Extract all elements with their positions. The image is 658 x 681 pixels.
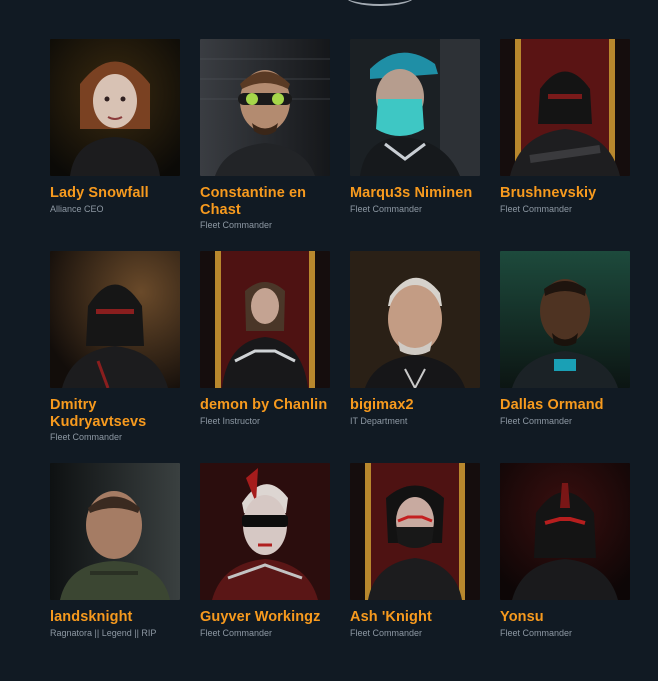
member-card[interactable]: Dmitry Kudryavtsevs Fleet Commander bbox=[50, 251, 180, 463]
member-portrait[interactable] bbox=[500, 463, 630, 600]
member-card[interactable]: Brushnevskiy Fleet Commander bbox=[500, 39, 630, 251]
member-card[interactable]: Ash 'Knight Fleet Commander bbox=[350, 463, 480, 675]
member-card[interactable]: Yonsu Fleet Commander bbox=[500, 463, 630, 675]
member-card[interactable]: landsknight Ragnatora || Legend || RIP bbox=[50, 463, 180, 675]
member-portrait[interactable] bbox=[500, 251, 630, 388]
member-name[interactable]: Brushnevskiy bbox=[500, 185, 630, 202]
member-name[interactable]: Constantine en Chast bbox=[200, 185, 330, 218]
member-portrait[interactable] bbox=[200, 251, 330, 388]
member-card[interactable]: Constantine en Chast Fleet Commander bbox=[200, 39, 330, 251]
member-name[interactable]: demon by Chanlin bbox=[200, 397, 330, 414]
member-name[interactable]: Yonsu bbox=[500, 609, 630, 626]
member-role: Fleet Commander bbox=[350, 627, 423, 638]
member-portrait[interactable] bbox=[50, 39, 180, 176]
header-arc-decoration bbox=[345, 0, 415, 6]
member-role: IT Department bbox=[350, 415, 408, 426]
member-role: Fleet Commander bbox=[50, 432, 123, 442]
member-portrait[interactable] bbox=[200, 39, 330, 176]
member-role: Fleet Commander bbox=[350, 203, 423, 214]
member-card[interactable]: Guyver Workingz Fleet Commander bbox=[200, 463, 330, 675]
member-role: Alliance CEO bbox=[50, 203, 104, 214]
member-role: Fleet Instructor bbox=[200, 415, 261, 426]
member-grid: Lady Snowfall Alliance CEO Constantine e… bbox=[50, 39, 640, 675]
member-card[interactable]: Marqu3s Niminen Fleet Commander bbox=[350, 39, 480, 251]
member-name[interactable]: Ash 'Knight bbox=[350, 609, 480, 626]
member-role: Fleet Commander bbox=[500, 627, 573, 638]
member-role: Fleet Commander bbox=[200, 627, 273, 638]
member-card[interactable]: bigimax2 IT Department bbox=[350, 251, 480, 463]
member-card[interactable]: Dallas Ormand Fleet Commander bbox=[500, 251, 630, 463]
member-name[interactable]: Dmitry Kudryavtsevs bbox=[50, 397, 180, 430]
member-portrait[interactable] bbox=[350, 251, 480, 388]
member-role: Fleet Commander bbox=[500, 203, 573, 214]
member-name[interactable]: bigimax2 bbox=[350, 397, 480, 414]
member-role: Fleet Commander bbox=[500, 415, 573, 426]
member-role: Fleet Commander bbox=[200, 220, 273, 230]
member-name[interactable]: Guyver Workingz bbox=[200, 609, 330, 626]
member-card[interactable]: demon by Chanlin Fleet Instructor bbox=[200, 251, 330, 463]
member-portrait[interactable] bbox=[200, 463, 330, 600]
member-portrait[interactable] bbox=[500, 39, 630, 176]
member-name[interactable]: landsknight bbox=[50, 609, 180, 626]
member-card[interactable]: Lady Snowfall Alliance CEO bbox=[50, 39, 180, 251]
member-name[interactable]: Marqu3s Niminen bbox=[350, 185, 480, 202]
member-role: Ragnatora || Legend || RIP bbox=[50, 627, 157, 638]
member-name[interactable]: Dallas Ormand bbox=[500, 397, 630, 414]
team-page: Lady Snowfall Alliance CEO Constantine e… bbox=[0, 0, 658, 681]
member-portrait[interactable] bbox=[50, 251, 180, 388]
member-name[interactable]: Lady Snowfall bbox=[50, 185, 180, 202]
member-portrait[interactable] bbox=[350, 463, 480, 600]
member-portrait[interactable] bbox=[50, 463, 180, 600]
member-portrait[interactable] bbox=[350, 39, 480, 176]
